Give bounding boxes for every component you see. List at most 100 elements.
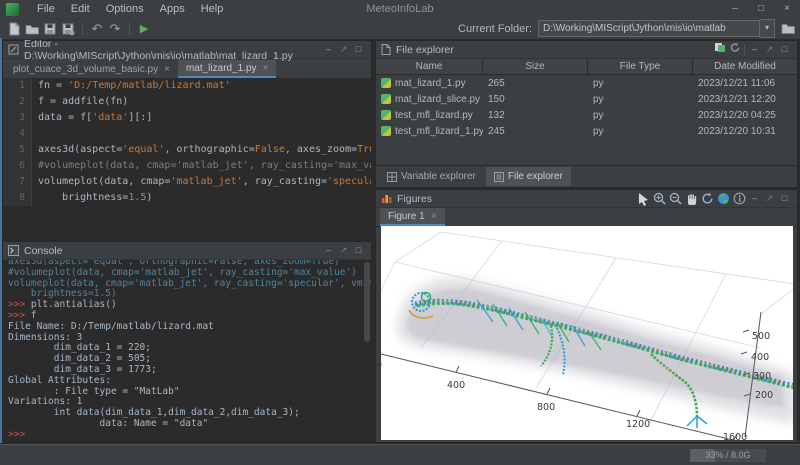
file-row[interactable]: mat_lizard_slice.py150py2023/12/21 12:20 bbox=[376, 91, 797, 107]
globe-icon[interactable] bbox=[716, 192, 730, 206]
line-number: 5 bbox=[3, 142, 32, 158]
code-text: data = f['data'][:] bbox=[32, 110, 152, 126]
menu-options[interactable]: Options bbox=[98, 3, 152, 15]
close-icon[interactable]: × bbox=[263, 63, 269, 74]
grid-icon bbox=[387, 172, 397, 182]
file-row[interactable]: test_mfl_lizard_1.py245py2023/12/20 10:3… bbox=[376, 123, 797, 139]
editor-tab-label: mat_lizard_1.py bbox=[186, 63, 257, 74]
memory-indicator[interactable]: 33% / 8.0G bbox=[690, 449, 766, 462]
y-tick-label: 500 bbox=[752, 331, 770, 342]
file-name: test_mfl_lizard.py bbox=[395, 110, 473, 121]
minimize-panel-icon[interactable]: – bbox=[321, 42, 336, 57]
figure-tab-bar: Figure 1 × bbox=[376, 208, 797, 227]
file-name: mat_lizard_1.py bbox=[395, 78, 466, 89]
maximize-panel-icon[interactable]: □ bbox=[777, 191, 792, 206]
minimize-panel-icon[interactable]: – bbox=[321, 243, 336, 258]
editor-tab[interactable]: mat_lizard_1.py × bbox=[178, 60, 276, 78]
select-cursor-icon[interactable] bbox=[636, 192, 650, 206]
zoom-in-icon[interactable] bbox=[652, 192, 666, 206]
figure-tab[interactable]: Figure 1 × bbox=[380, 208, 445, 226]
float-panel-icon[interactable]: ↗ bbox=[762, 42, 777, 57]
window-maximize-icon[interactable]: □ bbox=[748, 0, 774, 18]
close-icon[interactable]: × bbox=[164, 64, 170, 75]
float-panel-icon[interactable]: ↗ bbox=[336, 243, 351, 258]
code-text bbox=[32, 126, 38, 142]
menu-help[interactable]: Help bbox=[193, 3, 232, 15]
code-text: volumeplot(data, cmap='matlab_jet', ray_… bbox=[32, 174, 371, 190]
copy-path-icon[interactable] bbox=[712, 42, 727, 58]
editor-tab[interactable]: plot_cuace_3d_volume_basic.py× bbox=[5, 60, 178, 78]
code-segment: True bbox=[357, 144, 371, 155]
line-number: 6 bbox=[3, 158, 32, 174]
rotate-icon[interactable] bbox=[700, 192, 714, 206]
code-segment: 'equal' bbox=[122, 144, 164, 155]
undo-icon[interactable]: ↶ bbox=[88, 21, 106, 37]
maximize-panel-icon[interactable]: □ bbox=[777, 42, 792, 57]
origin-tick-label: 0 bbox=[381, 360, 382, 371]
float-panel-icon[interactable]: ↗ bbox=[336, 42, 351, 57]
maximize-panel-icon[interactable]: □ bbox=[351, 243, 366, 258]
open-file-icon[interactable] bbox=[23, 21, 41, 37]
file-name-cell: test_mfl_lizard.py bbox=[376, 110, 483, 121]
file-icon bbox=[494, 172, 504, 182]
code-editor[interactable]: 1fn = 'D:/Temp/matlab/lizard.mat'2f = ad… bbox=[3, 78, 371, 238]
menu-file[interactable]: File bbox=[29, 3, 63, 15]
zoom-out-icon[interactable] bbox=[668, 192, 682, 206]
code-segment: ][:] bbox=[128, 112, 152, 123]
file-modified: 2023/12/20 04:25 bbox=[693, 110, 797, 121]
file-row[interactable]: test_mfl_lizard.py132py2023/12/20 04:25 bbox=[376, 107, 797, 123]
float-panel-icon[interactable]: ↗ bbox=[762, 191, 777, 206]
refresh-icon[interactable] bbox=[727, 42, 742, 58]
new-file-icon[interactable] bbox=[5, 21, 23, 37]
toolbar-separator bbox=[129, 22, 130, 35]
minimize-panel-icon[interactable]: – bbox=[747, 191, 762, 206]
column-header-filetype[interactable]: File Type bbox=[588, 59, 693, 74]
close-icon[interactable]: × bbox=[431, 211, 437, 222]
console-segment: dim_data_3 = 1773; bbox=[8, 364, 157, 375]
console-icon bbox=[8, 245, 19, 256]
column-header-size[interactable]: Size bbox=[483, 59, 588, 74]
console-segment: int data(dim_data_1,dim_data_2,dim_data_… bbox=[8, 407, 300, 418]
menu-apps[interactable]: Apps bbox=[152, 3, 193, 15]
code-line: 8 brightness=1.5) bbox=[3, 190, 371, 206]
column-header-modified[interactable]: Date Modified bbox=[693, 59, 797, 74]
memory-usage-text: 33% / 8.0G bbox=[690, 449, 766, 462]
file-size: 132 bbox=[483, 110, 588, 121]
code-line: 3data = f['data'][:] bbox=[3, 110, 371, 126]
save-icon[interactable] bbox=[41, 21, 59, 37]
python-file-icon bbox=[381, 110, 391, 120]
console-segment: data: Name = "data" bbox=[8, 418, 208, 429]
console-output[interactable]: axes3d(aspect='equal', orthographic=Fals… bbox=[3, 260, 371, 442]
menu-edit[interactable]: Edit bbox=[63, 3, 98, 15]
pan-hand-icon[interactable] bbox=[684, 192, 698, 206]
redo-icon[interactable]: ↷ bbox=[106, 21, 124, 37]
current-folder-dropdown-icon[interactable]: ▾ bbox=[760, 19, 775, 38]
console-segment: File Name: D:/Temp/matlab/lizard.mat bbox=[8, 321, 214, 332]
info-icon[interactable] bbox=[732, 192, 746, 206]
file-size: 265 bbox=[483, 78, 588, 89]
maximize-panel-icon[interactable]: □ bbox=[351, 42, 366, 57]
minimize-panel-icon[interactable]: – bbox=[747, 42, 762, 57]
console-segment: brightness=1.5) bbox=[8, 288, 117, 299]
column-header-name[interactable]: Name bbox=[376, 59, 483, 74]
console-segment: Dimensions: 3 bbox=[8, 332, 82, 343]
tab-variable-explorer[interactable]: Variable explorer bbox=[379, 167, 484, 186]
file-size: 245 bbox=[483, 126, 588, 137]
window-minimize-icon[interactable]: – bbox=[722, 0, 748, 18]
code-segment: #volumeplot(data, cmap='matlab_jet', ray… bbox=[38, 160, 371, 171]
figure-canvas[interactable]: 0 400 800 1200 1600 500 400 300 200 bbox=[381, 226, 793, 440]
x-tick-label: 400 bbox=[447, 380, 465, 391]
console-scrollbar[interactable] bbox=[364, 262, 370, 342]
file-modified: 2023/12/21 11:06 bbox=[693, 78, 797, 89]
line-number: 7 bbox=[3, 174, 32, 190]
window-close-icon[interactable]: × bbox=[774, 0, 800, 18]
save-all-icon[interactable] bbox=[59, 21, 77, 37]
file-row[interactable]: mat_lizard_1.py265py2023/12/21 11:06 bbox=[376, 75, 797, 91]
code-text: #volumeplot(data, cmap='matlab_jet', ray… bbox=[32, 158, 371, 174]
tab-file-explorer[interactable]: File explorer bbox=[486, 167, 571, 186]
browse-folder-icon[interactable] bbox=[781, 22, 796, 35]
run-script-icon[interactable]: ▶ bbox=[135, 21, 153, 37]
line-number: 3 bbox=[3, 110, 32, 126]
y-tick-label: 200 bbox=[755, 390, 773, 401]
current-folder-input[interactable]: D:\Working\MIScript\Jython\mis\io\matlab bbox=[538, 20, 760, 37]
